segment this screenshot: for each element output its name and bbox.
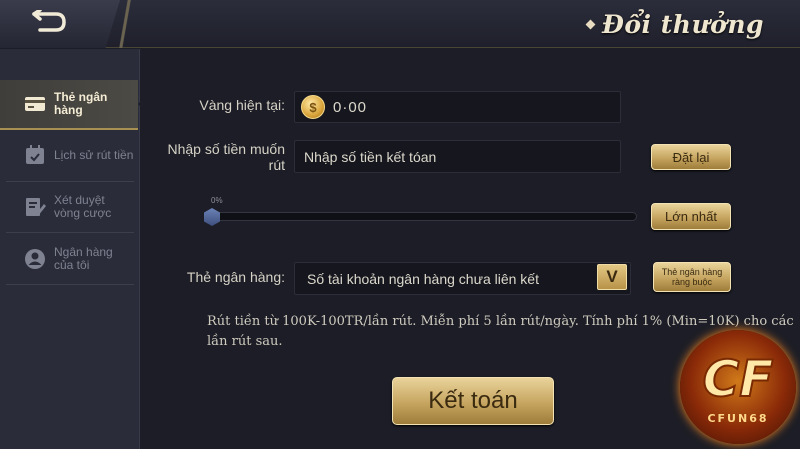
reset-button[interactable]: Đặt lại [651,144,731,170]
title-diamond-icon [585,19,596,29]
slider-percent: 0% [211,196,223,205]
balance-value: 0·00 [333,98,368,116]
edit-document-icon [26,198,46,216]
sidebar-item-label: Ngân hàng của tôi [54,245,113,272]
max-button[interactable]: Lớn nhất [651,203,731,230]
sidebar-item-bet-review[interactable]: Xét duyệt vòng cược [0,182,138,232]
amount-slider[interactable] [204,208,637,226]
sidebar-item-bank-card[interactable]: Thẻ ngân hàng [0,80,144,130]
amount-label: Nhập số tiền muốn rút [167,141,285,173]
gold-coin-icon: $ [301,95,325,119]
sidebar-item-label: Lịch sử rút tiền [54,147,134,162]
user-icon [25,249,45,269]
sidebar-item-label: Xét duyệt vòng cược [54,193,112,220]
svg-text:CF: CF [703,350,774,408]
bank-card-icon [25,97,45,111]
back-button[interactable] [24,8,70,38]
cfun68-logo: CF CFUN68 [680,330,796,444]
sidebar-item-label: Thẻ ngân hàng [54,90,108,117]
link-bank-button[interactable]: Thẻ ngân hàng ràng buộc [653,262,731,292]
sidebar-item-history[interactable]: Lịch sử rút tiền [0,130,138,180]
top-header: Đổi thưởng [0,0,800,48]
calendar-check-icon [26,145,44,164]
svg-text:CFUN68: CFUN68 [707,412,768,425]
bank-label: Thẻ ngân hàng: [186,269,285,285]
sidebar-item-my-bank[interactable]: Ngân hàng của tôi [0,234,138,284]
balance-field: $ 0·00 [294,91,621,123]
logo-mark: CF CFUN68 [702,349,775,425]
bank-dropdown-button[interactable]: V [597,264,627,290]
return-arrow-icon [32,10,66,32]
balance-label: Vàng hiện tại: [199,97,285,113]
sidebar-divider [6,284,134,285]
submit-button[interactable]: Kết toán [392,377,554,425]
header-divider [110,0,140,48]
amount-input[interactable]: Nhập số tiền kết tóan [294,140,621,173]
page-title: Đổi thưởng [602,9,764,39]
chevron-down-icon: V [606,267,618,286]
sidebar: Thẻ ngân hàng Lịch sử rút tiền Xét duyệt… [0,49,144,449]
bank-value: Số tài khoản ngân hàng chưa liên kết [307,270,539,287]
title-wrap: Đổi thưởng [585,6,764,42]
bank-select[interactable]: Số tài khoản ngân hàng chưa liên kết [294,262,631,295]
sidebar-divider [6,232,134,233]
slider-handle[interactable] [204,208,220,226]
amount-placeholder: Nhập số tiền kết tóan [304,148,437,165]
